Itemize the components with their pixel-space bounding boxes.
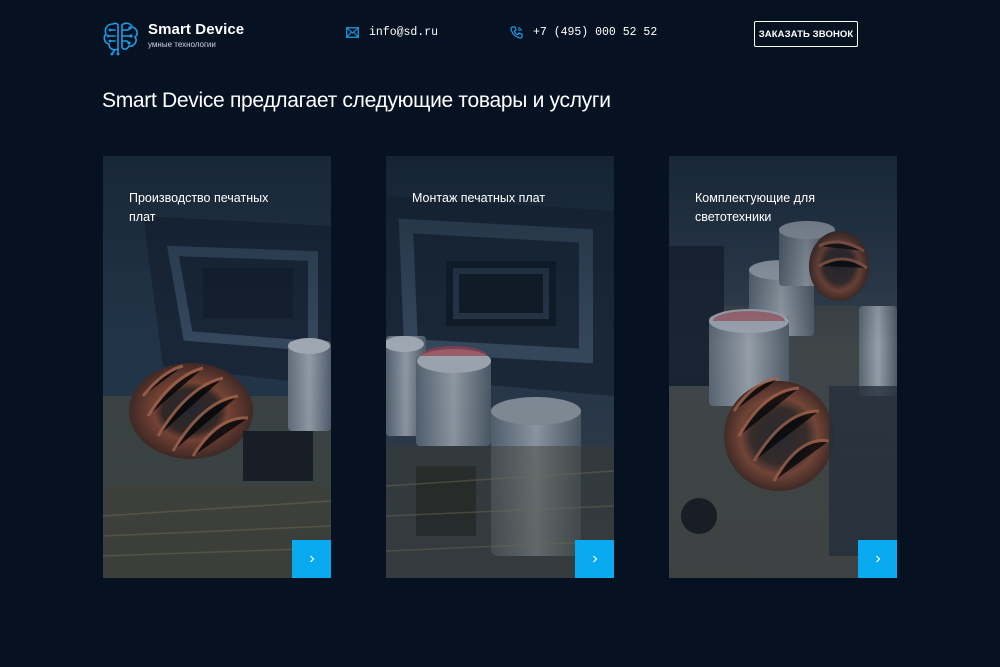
phone-text: +7 (495) 000 52 52 <box>533 26 658 39</box>
logo[interactable]: Smart Device умные технологии <box>101 16 244 56</box>
phone-icon <box>510 26 523 39</box>
section-title: Smart Device предлагает следующие товары… <box>102 89 611 112</box>
brain-circuit-icon <box>103 22 138 56</box>
card-title: Монтаж печатных плат <box>412 191 546 205</box>
card-title: Производство печатных плат <box>129 191 269 224</box>
email-link[interactable]: info@sd.ru <box>346 26 438 39</box>
service-card-lighting-components[interactable]: Комплектующие для светотехники <box>669 156 897 578</box>
mail-icon <box>346 27 359 38</box>
chevron-right-icon <box>309 555 314 563</box>
card-more-button[interactable] <box>575 540 614 578</box>
chevron-right-icon <box>875 555 880 563</box>
email-text: info@sd.ru <box>369 26 439 39</box>
service-card-pcb-production[interactable]: Производство печатных плат <box>103 156 331 578</box>
card-title: Комплектующие для светотехники <box>695 191 815 224</box>
card-more-button[interactable] <box>292 540 331 578</box>
chevron-right-icon <box>592 555 597 563</box>
logo-title: Smart Device <box>148 21 245 38</box>
logo-subtitle: умные технологии <box>148 40 216 49</box>
phone-link[interactable]: +7 (495) 000 52 52 <box>510 26 657 39</box>
order-call-button[interactable]: ЗАКАЗАТЬ ЗВОНОК <box>754 21 858 47</box>
service-card-pcb-assembly[interactable]: Монтаж печатных плат <box>386 156 614 578</box>
card-more-button[interactable] <box>858 540 897 578</box>
